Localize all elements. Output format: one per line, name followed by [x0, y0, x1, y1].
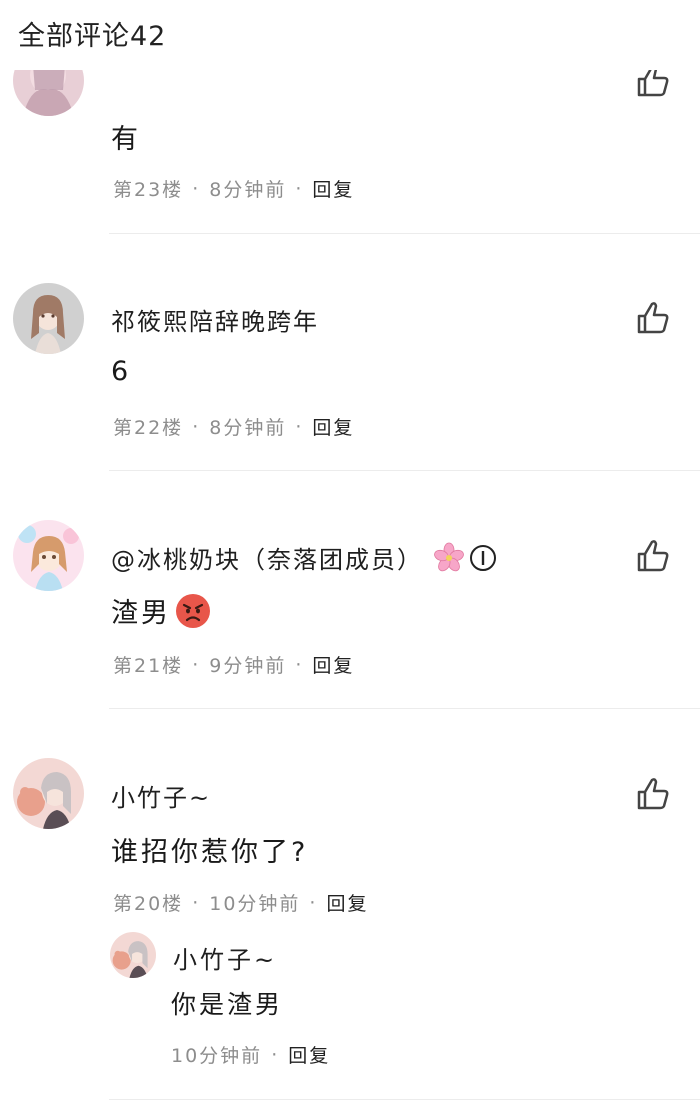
divider — [109, 233, 700, 234]
sub-reply-content: 你是渣男 — [171, 990, 284, 1019]
separator-dot: · — [295, 653, 304, 676]
level-1-badge — [470, 544, 496, 571]
separator-dot: · — [295, 415, 304, 438]
username[interactable]: 小竹子~ — [111, 778, 211, 813]
sub-reply-avatar[interactable] — [110, 932, 156, 978]
comment-list: 有 第23楼 · 8分钟前 · 回复 祁筱熙陪辞晚跨年 6 第22楼 · 8分钟… — [0, 0, 700, 1108]
reply-button[interactable]: 回复 — [312, 651, 354, 678]
sub-reply-username[interactable]: 小竹子~ — [173, 940, 277, 975]
separator-dot: · — [192, 177, 201, 200]
reply-button[interactable]: 回复 — [326, 889, 368, 916]
like-icon[interactable] — [634, 537, 672, 575]
reply-button[interactable]: 回复 — [288, 1041, 330, 1068]
username[interactable]: 祁筱熙陪辞晚跨年 — [111, 302, 319, 337]
separator-dot: · — [295, 177, 304, 200]
floor-number: 第22楼 — [113, 417, 184, 439]
comment-meta: 第23楼 · 8分钟前 · 回复 — [113, 175, 354, 202]
sub-reply-meta: 10分钟前 · 回复 — [171, 1041, 330, 1068]
floor-number: 第21楼 — [113, 655, 184, 677]
comment-content: 谁招你惹你了? — [111, 837, 309, 868]
user-badges — [433, 542, 497, 574]
comment-meta: 第20楼 · 10分钟前 · 回复 — [113, 889, 368, 916]
comment-time: 9分钟前 — [209, 655, 287, 677]
sakura-icon — [434, 542, 464, 571]
separator-dot: · — [192, 653, 201, 676]
angry-face-icon — [176, 593, 210, 628]
comment-content: 6 — [111, 356, 132, 387]
like-icon[interactable] — [634, 299, 672, 337]
comment-time: 8分钟前 — [209, 417, 287, 439]
sub-reply-time: 10分钟前 — [171, 1045, 263, 1067]
divider — [109, 1099, 700, 1100]
user-avatar[interactable] — [13, 758, 84, 829]
floor-number: 第20楼 — [113, 893, 184, 915]
divider — [109, 708, 700, 709]
separator-dot: · — [192, 891, 201, 914]
separator-dot: · — [271, 1043, 280, 1066]
like-icon[interactable] — [634, 775, 672, 813]
comment-meta: 第21楼 · 9分钟前 · 回复 — [113, 651, 354, 678]
floor-number: 第23楼 — [113, 179, 184, 201]
separator-dot: · — [192, 415, 201, 438]
comment-meta: 第22楼 · 8分钟前 · 回复 — [113, 413, 354, 440]
comment-content: 有 — [111, 124, 141, 155]
user-avatar[interactable] — [13, 520, 84, 591]
username-text[interactable]: @冰桃奶块（奈落团成员） — [111, 540, 423, 575]
comments-header: 全部评论42 — [0, 0, 700, 70]
comment-time: 8分钟前 — [209, 179, 287, 201]
reply-button[interactable]: 回复 — [312, 175, 354, 202]
user-avatar[interactable] — [13, 283, 84, 354]
separator-dot: · — [309, 891, 318, 914]
comment-time: 10分钟前 — [209, 893, 301, 915]
comment-content: 渣男 — [111, 591, 211, 630]
username[interactable]: @冰桃奶块（奈落团成员） — [111, 540, 497, 575]
reply-button[interactable]: 回复 — [312, 413, 354, 440]
divider — [109, 470, 700, 471]
page-title: 全部评论42 — [18, 21, 167, 52]
comment-text: 渣男 — [111, 598, 171, 629]
